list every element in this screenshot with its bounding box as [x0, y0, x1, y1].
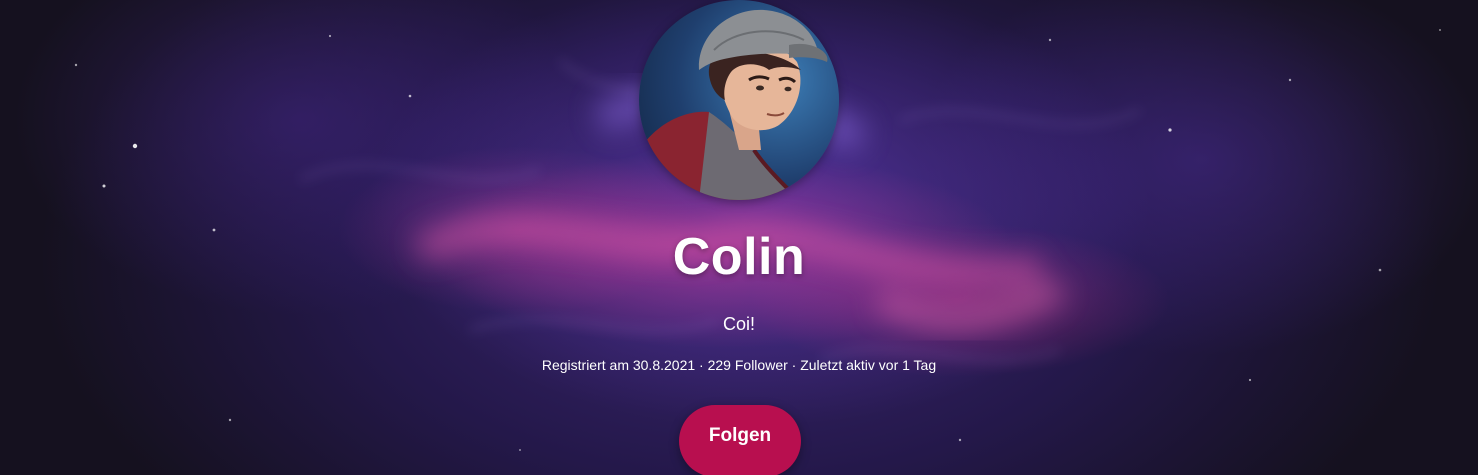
profile-meta: Registriert am 30.8.2021 · 229 Follower …	[0, 355, 1478, 375]
registered-date: Registriert am 30.8.2021	[541, 357, 696, 373]
avatar-image	[639, 9, 828, 200]
meta-separator: ·	[695, 357, 708, 373]
avatar[interactable]	[639, 0, 839, 200]
profile-bio: Coi!	[722, 314, 755, 334]
follower-count: 229 Follower	[707, 357, 788, 373]
last-active: Zuletzt aktiv vor 1 Tag	[800, 357, 937, 373]
meta-separator: ·	[787, 357, 801, 373]
profile-name: Colin	[672, 228, 806, 286]
follow-button[interactable]: Folgen	[679, 405, 801, 475]
profile-header: Colin Coi! Registriert am 30.8.2021 · 22…	[0, 0, 1478, 475]
